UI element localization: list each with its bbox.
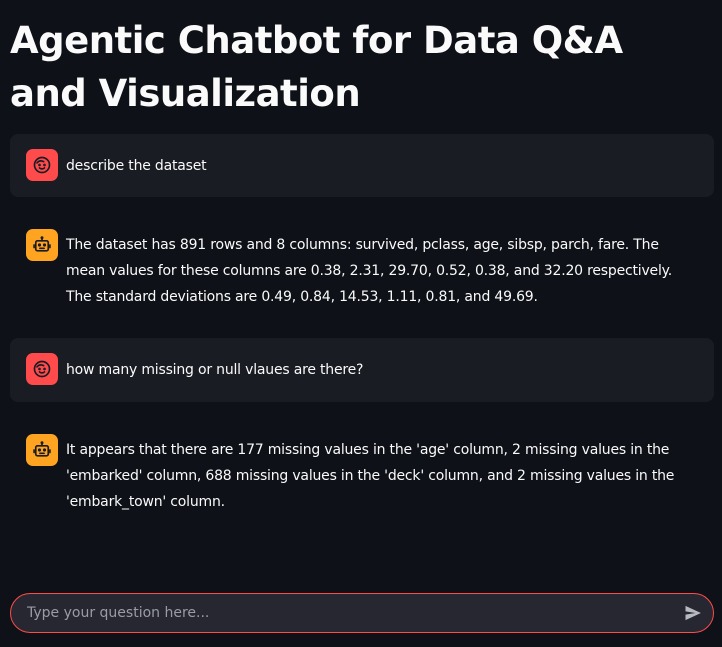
chat-app: Agentic Chatbot for Data Q&A and Visuali… <box>0 0 722 647</box>
message-text: The dataset has 891 rows and 8 columns: … <box>66 237 672 305</box>
chat-message-assistant: It appears that there are 177 missing va… <box>10 418 714 518</box>
chat-message-user: how many missing or null vlaues are ther… <box>10 338 714 402</box>
user-face-icon <box>26 353 58 385</box>
send-button[interactable] <box>673 594 713 632</box>
page-title: Agentic Chatbot for Data Q&A and Visuali… <box>10 19 623 115</box>
chat-input[interactable] <box>11 594 673 632</box>
robot-icon <box>26 229 58 261</box>
message-text: how many missing or null vlaues are ther… <box>66 362 364 378</box>
chat-input-bar <box>10 593 714 633</box>
send-icon <box>685 605 701 621</box>
message-text: It appears that there are 177 missing va… <box>66 442 675 510</box>
message-text: describe the dataset <box>66 158 207 174</box>
robot-icon <box>26 434 58 466</box>
chat-message-user: describe the dataset <box>10 134 714 197</box>
chat-message-assistant: The dataset has 891 rows and 8 columns: … <box>10 213 714 331</box>
user-face-icon <box>26 149 58 181</box>
